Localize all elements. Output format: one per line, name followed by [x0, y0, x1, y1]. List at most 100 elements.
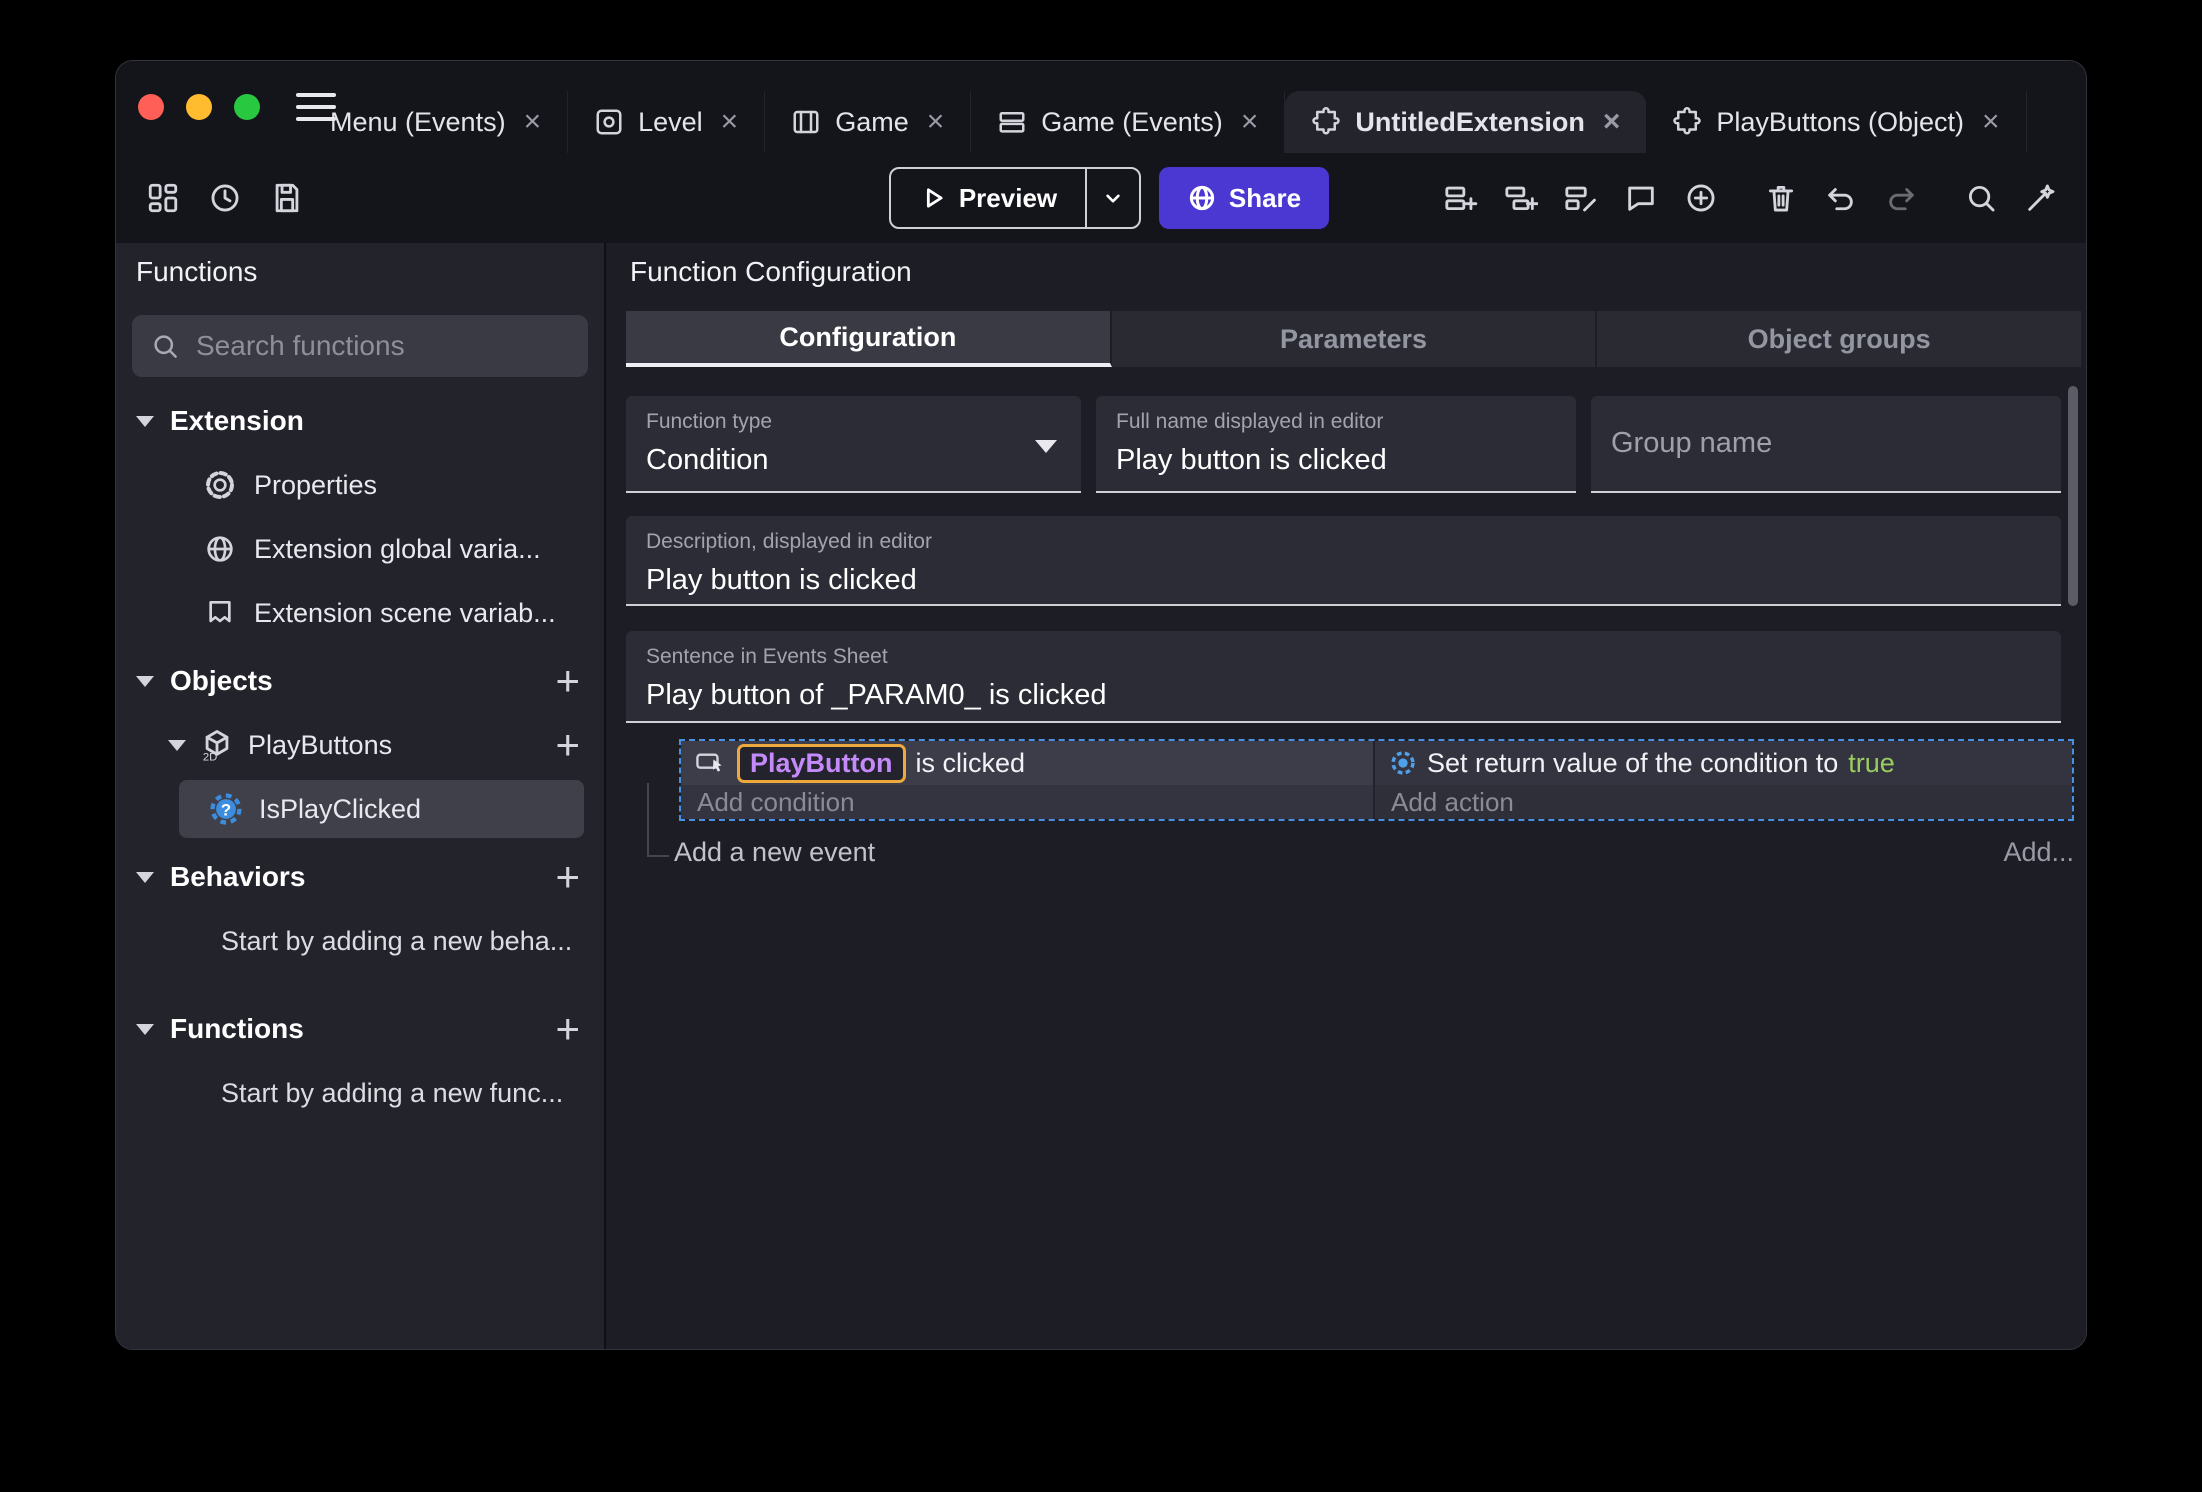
trash-icon[interactable]: [1764, 181, 1798, 215]
speech-bubble-icon[interactable]: [1624, 181, 1658, 215]
preview-button[interactable]: Preview: [889, 167, 1141, 229]
close-window-button[interactable]: [138, 94, 164, 120]
globe-icon: [1189, 185, 1214, 211]
close-icon[interactable]: ×: [1603, 107, 1621, 137]
sidebar-item-extension-scene-variables[interactable]: Extension scene variab...: [116, 581, 604, 645]
event-action[interactable]: Set return value of the condition to tru…: [1375, 741, 2072, 785]
event-condition[interactable]: PlayButton is clicked: [681, 741, 1373, 785]
caret-down-icon[interactable]: [136, 1023, 154, 1035]
sentence-input[interactable]: [646, 679, 2041, 712]
sidebar-item-extension-global-variables[interactable]: Extension global varia...: [116, 517, 604, 581]
magic-wand-icon[interactable]: [2024, 181, 2058, 215]
puzzle-icon: [1673, 107, 1702, 135]
tab-parameters[interactable]: Parameters: [1111, 311, 1598, 367]
tab-game-events[interactable]: Game (Events) ×: [971, 91, 1286, 153]
maximize-window-button[interactable]: [234, 94, 260, 120]
caret-down-icon[interactable]: [168, 739, 186, 751]
dropdown-caret-icon: [1035, 440, 1057, 453]
close-icon[interactable]: ×: [721, 107, 739, 137]
menu-icon[interactable]: [296, 93, 336, 121]
sidebar-item-playbuttons[interactable]: 2D PlayButtons +: [116, 713, 604, 777]
tab-configuration[interactable]: Configuration: [626, 311, 1112, 367]
tab-playbuttons-object[interactable]: PlayButtons (Object) ×: [1646, 91, 2027, 153]
add-function-to-object-button[interactable]: +: [555, 724, 580, 766]
functions-hint: Start by adding a new func...: [221, 1077, 564, 1108]
actions-column: Set return value of the condition to tru…: [1373, 741, 2072, 819]
add-event-icon[interactable]: [1444, 181, 1478, 215]
section-objects[interactable]: Objects +: [116, 649, 604, 713]
search-icon: [154, 335, 177, 358]
tab-untitled-extension[interactable]: UntitledExtension ×: [1285, 91, 1647, 153]
section-label: Behaviors: [170, 861, 306, 892]
close-icon[interactable]: ×: [1982, 107, 2000, 137]
close-icon[interactable]: ×: [524, 107, 542, 137]
caret-down-icon[interactable]: [136, 415, 154, 427]
toolbar: Preview Share: [116, 153, 2086, 243]
tab-level[interactable]: Level ×: [568, 91, 766, 153]
scrollbar-thumb[interactable]: [2068, 386, 2078, 606]
section-label: Objects: [170, 665, 273, 696]
scene-icon: [596, 109, 622, 135]
tab-label: UntitledExtension: [1355, 106, 1585, 137]
redo-icon[interactable]: [1884, 181, 1918, 215]
tab-label: Level: [638, 106, 703, 137]
history-icon[interactable]: [208, 181, 242, 215]
panel-title: Function Configuration: [630, 256, 912, 287]
section-behaviors[interactable]: Behaviors +: [116, 845, 604, 909]
section-label: Functions: [170, 1013, 304, 1044]
add-subevent-icon[interactable]: [1504, 181, 1538, 215]
condition-text: is clicked: [915, 747, 1026, 778]
tab-game[interactable]: Game ×: [765, 91, 972, 153]
share-button[interactable]: Share: [1159, 167, 1329, 229]
add-condition-button[interactable]: Add condition: [681, 785, 1373, 819]
add-more-button[interactable]: Add...: [2003, 837, 2074, 868]
description-field[interactable]: Description, displayed in editor: [626, 516, 2061, 606]
add-comment-icon[interactable]: [1564, 181, 1598, 215]
add-behavior-button[interactable]: +: [555, 856, 580, 898]
function-type-select[interactable]: Function type Condition: [626, 396, 1081, 493]
sidebar-item-properties[interactable]: Properties: [116, 453, 604, 517]
tab-menu-events[interactable]: Menu (Events) ×: [304, 91, 569, 153]
app-window: Menu (Events) × Level × Game × Game (Eve…: [115, 60, 2087, 1350]
search-functions-input[interactable]: [196, 330, 570, 362]
desktop-backdrop: Menu (Events) × Level × Game × Game (Eve…: [0, 0, 2202, 1492]
preview-options-button[interactable]: [1085, 169, 1139, 227]
field-label: Full name displayed in editor: [1116, 410, 1384, 433]
sidebar-row: ? IsPlayClicked: [116, 777, 604, 841]
event-row[interactable]: PlayButton is clicked Add condition Set …: [679, 739, 2074, 821]
add-function-button[interactable]: +: [555, 1008, 580, 1050]
search-functions-box[interactable]: [132, 315, 588, 377]
preview-label: Preview: [958, 182, 1058, 213]
caret-down-icon[interactable]: [136, 675, 154, 687]
puzzle-icon: [1312, 107, 1341, 135]
tab-object-groups[interactable]: Object groups: [1597, 311, 2082, 367]
save-icon[interactable]: [270, 181, 304, 215]
project-manager-icon[interactable]: [146, 181, 180, 215]
add-object-button[interactable]: +: [555, 660, 580, 702]
section-functions[interactable]: Functions +: [116, 997, 604, 1061]
chevron-down-icon: [1106, 194, 1120, 203]
sidebar-item-isplayclicked[interactable]: ? IsPlayClicked: [179, 780, 584, 838]
behaviors-hint: Start by adding a new beha...: [221, 925, 573, 956]
full-name-field[interactable]: Full name displayed in editor: [1096, 396, 1576, 493]
events-footer: Add a new event Add...: [674, 837, 2074, 868]
caret-down-icon[interactable]: [136, 871, 154, 883]
film-icon: [793, 110, 819, 134]
svg-text:?: ?: [221, 800, 231, 819]
add-circle-icon[interactable]: [1684, 181, 1718, 215]
condition-object-chip[interactable]: PlayButton: [737, 743, 906, 783]
search-icon[interactable]: [1964, 181, 1998, 215]
group-name-field[interactable]: [1591, 396, 2061, 493]
section-extension[interactable]: Extension: [116, 389, 604, 453]
close-icon[interactable]: ×: [927, 107, 945, 137]
sentence-field[interactable]: Sentence in Events Sheet: [626, 631, 2061, 723]
add-action-button[interactable]: Add action: [1375, 785, 2072, 819]
group-name-input[interactable]: [1611, 427, 2041, 460]
undo-icon[interactable]: [1824, 181, 1858, 215]
gear-icon: [206, 471, 234, 499]
full-name-input[interactable]: [1116, 444, 1556, 477]
description-input[interactable]: [646, 564, 2041, 597]
minimize-window-button[interactable]: [186, 94, 212, 120]
add-new-event-button[interactable]: Add a new event: [674, 837, 875, 868]
close-icon[interactable]: ×: [1241, 107, 1259, 137]
